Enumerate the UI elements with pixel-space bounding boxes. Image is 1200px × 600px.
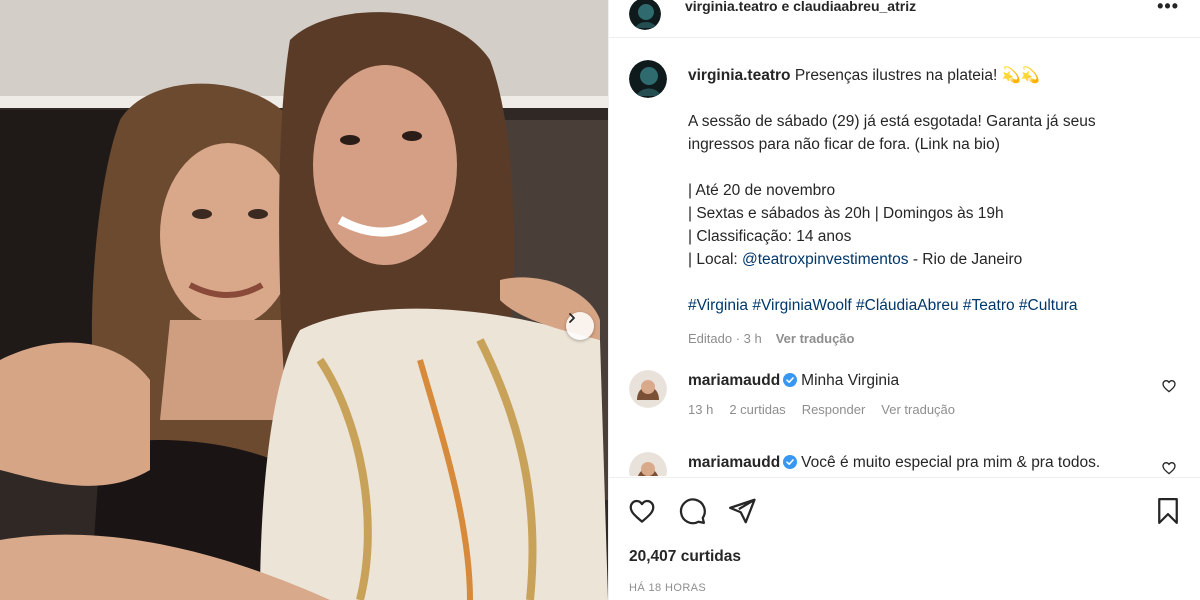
heart-icon[interactable] <box>627 496 657 526</box>
action-bar: 20,407 curtidas HÁ 18 HORAS <box>609 477 1200 600</box>
comment-icon[interactable] <box>677 496 707 526</box>
chevron-right-icon <box>569 313 575 323</box>
post-author-line[interactable]: virginia.teatro e claudiaabreu_atriz <box>685 0 916 14</box>
commenter-avatar[interactable] <box>629 370 667 408</box>
comment-username[interactable]: mariamaudd <box>688 372 780 389</box>
comment-time: 13 h <box>688 402 714 417</box>
verified-badge-icon <box>783 455 798 469</box>
caption-avatar[interactable] <box>629 60 667 98</box>
avatar-icon <box>629 60 667 98</box>
hashtag-line: #Virginia #VirginiaWoolf #CláudiaAbreu #… <box>688 294 1158 317</box>
hashtag-link[interactable]: #CláudiaAbreu <box>856 297 959 314</box>
comment-meta: 13 h 2 curtidas Responder Ver tradução <box>688 402 955 417</box>
comment-text: Minha Virginia <box>801 372 900 389</box>
venue-mention-link[interactable]: @teatroxpinvestimentos <box>742 251 909 268</box>
share-icon[interactable] <box>727 496 757 526</box>
caption-line-3: | Até 20 de novembro <box>688 182 836 199</box>
comment-heart-icon[interactable] <box>1161 460 1177 476</box>
post-side-panel: virginia.teatro e claudiaabreu_atriz •••… <box>608 0 1200 600</box>
comment-text: Você é muito especial pra mim & pra todo… <box>801 454 1101 471</box>
caption-first-line: virginia.teatro Presenças ilustres na pl… <box>688 64 1158 87</box>
comment-heart-icon[interactable] <box>1161 378 1177 394</box>
photo-illustration <box>0 0 608 600</box>
author-avatar[interactable] <box>629 0 661 30</box>
caption-line-2: ingressos para não ficar de fora. (Link … <box>688 136 1000 153</box>
more-options-button[interactable]: ••• <box>1157 0 1179 17</box>
caption-text: virginia.teatro Presenças ilustres na pl… <box>688 64 1158 350</box>
caption-line-1: A sessão de sábado (29) já está esgotada… <box>688 113 1096 130</box>
hashtag-link[interactable]: #Cultura <box>1019 297 1078 314</box>
comments-list[interactable]: mariamaudd Minha Virginia 13 h 2 curtidas… <box>609 350 1200 476</box>
carousel-next-button[interactable] <box>566 312 594 340</box>
post-header: virginia.teatro e claudiaabreu_atriz ••• <box>609 0 1200 38</box>
post-photo[interactable] <box>0 0 608 600</box>
avatar-icon <box>629 452 667 476</box>
caption-line-6: | Local: <box>688 251 738 268</box>
hashtag-link[interactable]: #Teatro <box>963 297 1015 314</box>
post-timestamp: HÁ 18 HORAS <box>629 582 707 594</box>
reply-button[interactable]: Responder <box>802 402 866 417</box>
action-icons <box>627 496 757 526</box>
caption-line-5: | Classificação: 14 anos <box>688 228 852 245</box>
comment-body: mariamaudd Você é muito especial pra mim … <box>688 454 1100 472</box>
caption-translate-link[interactable]: Ver tradução <box>776 327 855 350</box>
caption-line-8: - Rio de Janeiro <box>912 251 1023 268</box>
caption-edited-time: Editado · 3 h <box>688 331 762 346</box>
comment-translate-link[interactable]: Ver tradução <box>881 402 955 417</box>
avatar-icon <box>629 370 667 408</box>
caption-username[interactable]: virginia.teatro <box>688 67 791 84</box>
caption-line-4: | Sextas e sábados às 20h | Domingos às … <box>688 205 1004 222</box>
caption-meta: Editado · 3 h Ver tradução <box>688 327 1158 350</box>
avatar-icon <box>629 0 661 30</box>
caption-line-0: Presenças ilustres na plateia! 💫💫 <box>794 67 1041 84</box>
verified-badge-icon <box>783 373 798 387</box>
hashtag-link[interactable]: #VirginiaWoolf <box>752 297 851 314</box>
commenter-avatar[interactable] <box>629 452 667 476</box>
comment-username[interactable]: mariamaudd <box>688 454 780 471</box>
bookmark-icon[interactable] <box>1153 496 1183 526</box>
comment-likes[interactable]: 2 curtidas <box>729 402 785 417</box>
comment-body: mariamaudd Minha Virginia <box>688 372 899 390</box>
hashtag-link[interactable]: #Virginia <box>688 297 748 314</box>
likes-count[interactable]: 20,407 curtidas <box>629 548 741 566</box>
caption-location-line: | Local: @teatroxpinvestimentos - Rio de… <box>688 248 1158 271</box>
